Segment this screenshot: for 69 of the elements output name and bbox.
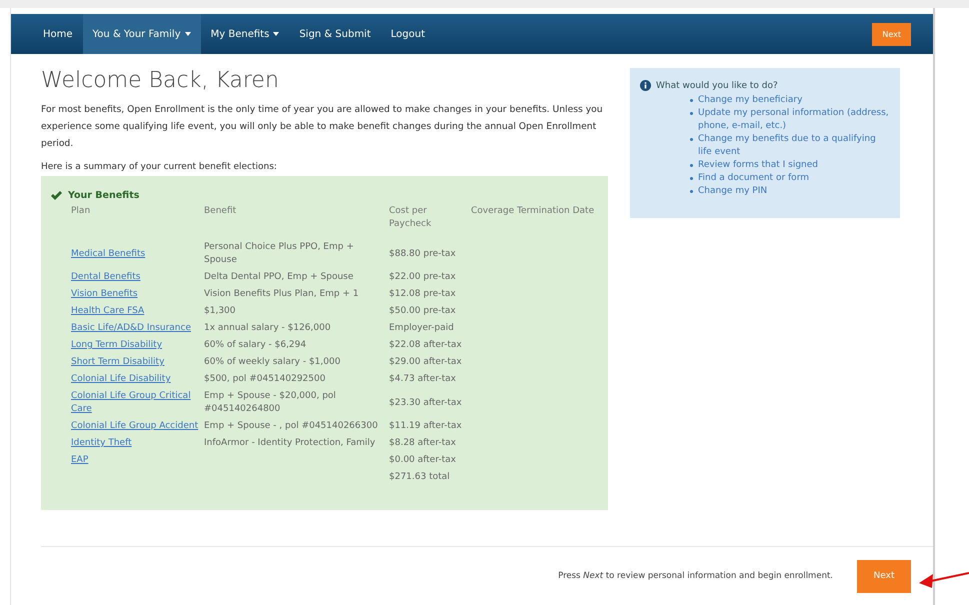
table-cell-text: $50.00 pre-tax: [389, 305, 457, 318]
check-icon: [51, 191, 62, 200]
page-title: Welcome Back, Karen: [41, 68, 280, 93]
action-link[interactable]: Change my benefits due to a qualifying life event: [698, 133, 890, 159]
card-title: Your Benefits: [68, 190, 140, 201]
action-link[interactable]: Find a document or form: [698, 172, 809, 185]
table-cell-text: $1,300: [204, 305, 236, 318]
bullet-icon: [690, 177, 693, 180]
table-cell-text: 1x annual salary - $126,000: [204, 322, 332, 335]
table-cell-text: $8.28 after-tax: [389, 437, 457, 450]
instruction-text: Press Next to review personal information and begin enrollment.: [558, 571, 833, 581]
action-link[interactable]: Change my beneficiary: [698, 94, 802, 107]
nav-tab[interactable]: Logout: [380, 14, 436, 54]
plan-link[interactable]: Long Term Disability: [71, 339, 204, 352]
column-header: Cost per Paycheck: [389, 205, 432, 231]
table-cell-text: Delta Dental PPO, Emp + Spouse: [204, 271, 354, 284]
column-header: Plan: [71, 205, 92, 218]
next-button[interactable]: Next: [872, 22, 911, 46]
table-cell-text: $88.80 pre-tax: [389, 248, 457, 260]
table-cell-text: 60% of weekly salary - $1,000: [204, 356, 342, 369]
table-cell-text: $500, pol #045140292500: [204, 373, 326, 386]
nav-tab[interactable]: My Benefits: [200, 14, 290, 54]
next-button[interactable]: Next: [857, 560, 911, 592]
bullet-icon: [690, 112, 693, 115]
action-link[interactable]: Review forms that I signed: [698, 159, 818, 172]
plan-link[interactable]: Short Term Disability: [71, 356, 204, 369]
total-cell-text: $271.63 total: [389, 471, 451, 484]
table-cell-text: $22.08 after-tax: [389, 339, 463, 352]
bullet-icon: [690, 190, 693, 193]
table-cell-text: $23.30 after-tax: [389, 396, 463, 410]
nav-tab[interactable]: Home: [33, 14, 83, 54]
intro-paragraph: For most benefits, Open Enrollment is the only time of year you are allowed to make changes in your benefits. Unless you experience some qualifying life event, you will only be able to make benefit changes during the annual Open Enrollment period.: [41, 103, 604, 151]
plan-link[interactable]: Medical Benefits: [71, 248, 204, 260]
action-link[interactable]: Change my PIN: [698, 185, 768, 198]
table-cell-text: Vision Benefits Plus Plan, Emp + 1: [204, 288, 360, 301]
plan-link[interactable]: Colonial Life Disability: [71, 373, 204, 386]
bullet-icon: [690, 99, 693, 102]
plan-link[interactable]: Colonial Life Group Critical Care: [71, 390, 204, 416]
plan-link[interactable]: Basic Life/AD&D Insurance: [71, 322, 204, 335]
table-cell-text: Personal Choice Plus PPO, Emp + Spouse: [204, 241, 355, 267]
table-cell-text: $11.19 after-tax: [389, 420, 463, 433]
plan-link[interactable]: Vision Benefits: [71, 288, 204, 301]
summary-label: Here is a summary of your current benefit elections:: [41, 162, 278, 172]
bullet-icon: [690, 138, 693, 141]
nav-tab[interactable]: Sign & Submit: [289, 14, 381, 54]
info-icon: [640, 80, 651, 91]
plan-link[interactable]: Dental Benefits: [71, 271, 204, 284]
table-cell-text: $29.00 after-tax: [389, 356, 463, 369]
caret-icon: [184, 32, 191, 36]
table-cell-text: 60% of salary - $6,294: [204, 339, 308, 352]
plan-link[interactable]: Identity Theft: [71, 437, 204, 450]
table-cell-text: $12.08 pre-tax: [389, 288, 457, 301]
column-header: Benefit: [204, 205, 238, 218]
caret-icon: [273, 32, 280, 36]
table-cell-text: Emp + Spouse - , pol #045140266300: [204, 420, 379, 433]
plan-link[interactable]: Health Care FSA: [71, 305, 204, 318]
table-cell-text: $0.00 after-tax: [389, 454, 457, 467]
table-cell-text: $22.00 pre-tax: [389, 271, 457, 284]
action-link[interactable]: Update my personal information (address, phone, e-mail, etc.): [698, 107, 890, 133]
plan-link[interactable]: EAP: [71, 454, 204, 467]
table-cell-text: $4.73 after-tax: [389, 373, 457, 386]
table-cell-text: InfoArmor - Identity Protection, Family: [204, 437, 376, 450]
bullet-icon: [690, 164, 693, 167]
table-cell-text: Emp + Spouse - $20,000, pol #045140264800: [204, 390, 337, 416]
panel-title: What would you like to do?: [656, 80, 778, 90]
plan-link[interactable]: Colonial Life Group Accident: [71, 420, 204, 433]
column-header: Coverage Termination Date: [471, 205, 596, 218]
table-cell-text: Employer-paid: [389, 322, 455, 335]
nav-tab[interactable]: You & Your Family: [82, 14, 201, 54]
